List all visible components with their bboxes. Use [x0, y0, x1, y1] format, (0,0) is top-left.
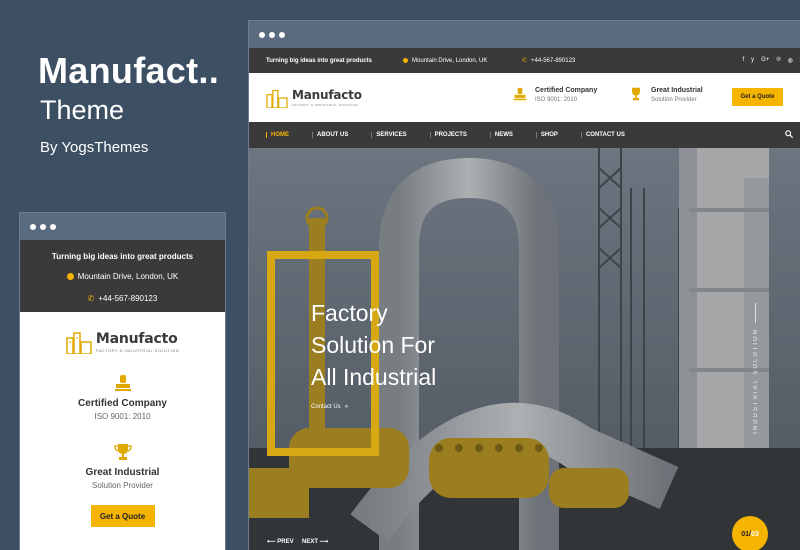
nav-item-services[interactable]: SERVICES [371, 132, 407, 138]
stamp-icon [513, 87, 527, 101]
nav-item-about-us[interactable]: ABOUT US [312, 132, 348, 138]
feature-subtitle: Solution Provider [651, 97, 697, 103]
stamp-icon [114, 375, 131, 391]
google-plus-icon[interactable]: G+ [761, 57, 769, 64]
get-quote-button[interactable]: Get a Quote [732, 88, 783, 106]
slider-prev-button[interactable]: ⟵ PREV [267, 538, 294, 545]
promo-author: By YogsThemes [40, 139, 149, 156]
chevron-right-icon: » [344, 404, 349, 410]
search-icon[interactable] [785, 130, 793, 138]
site-tagline: Turning big ideas into great products [51, 252, 194, 261]
feature-title: Certified Company [535, 87, 598, 94]
hero-side-text: INDUSTRIAL SOLUTION [753, 328, 759, 434]
feature-certified: Certified Company ISO 9001: 2010 [513, 87, 597, 103]
feature-subtitle: Solution Provider [92, 481, 153, 490]
desktop-preview-window: Turning big ideas into great products Mo… [248, 20, 800, 550]
window-dot-icon [269, 31, 275, 38]
hero-slider: Factory Solution For All Industrial Cont… [249, 148, 800, 550]
feature-subtitle: ISO 9001: 2010 [94, 412, 151, 421]
factory-logo-icon [66, 330, 92, 355]
mobile-topbar: Turning big ideas into great products Mo… [20, 240, 225, 312]
nav-item-projects[interactable]: PROJECTS [429, 132, 467, 138]
site-logo[interactable]: Manufacto FACTORY & INDUSTRIAL SOLUTION [20, 330, 225, 355]
logo-tagline: FACTORY & INDUSTRIAL SOLUTION [95, 348, 180, 353]
feature-title: Certified Company [78, 398, 167, 409]
window-titlebar [249, 21, 800, 48]
mobile-preview-window: Turning big ideas into great products Mo… [19, 212, 226, 550]
site-logo[interactable]: Manufacto FACTORY & INDUSTRIAL SOLUTION [266, 88, 362, 109]
twitter-icon[interactable]: y [751, 57, 754, 64]
site-tagline: Turning big ideas into great products [266, 57, 372, 64]
feature-title: Great Industrial [85, 467, 160, 478]
window-dot-icon [40, 223, 46, 230]
window-dot-icon [30, 223, 36, 230]
promo-title: Manufact.. [38, 50, 220, 91]
logo-tagline: FACTORY & INDUSTRIAL SOLUTION [292, 103, 359, 107]
window-dot-icon [279, 31, 285, 38]
feature-subtitle: ISO 9001: 2010 [535, 97, 578, 103]
slider-next-button[interactable]: NEXT ⟶ [302, 538, 328, 545]
nav-item-home[interactable]: HOME [266, 132, 289, 138]
social-links: f y G+ ℗ ◍ [742, 57, 793, 64]
trophy-icon [632, 87, 640, 101]
logo-text: Manufacto [95, 331, 178, 347]
facebook-icon[interactable]: f [742, 57, 744, 64]
logo-text: Manufacto [292, 88, 362, 102]
divider [755, 303, 756, 323]
get-quote-button[interactable]: Get a Quote [90, 505, 155, 527]
slide-counter: 01/03 [732, 516, 768, 550]
location-icon [66, 273, 74, 280]
nav-item-shop[interactable]: SHOP [535, 132, 558, 138]
feature-industrial: Great Industrial Solution Provider [629, 87, 703, 103]
factory-logo-icon [266, 88, 288, 109]
feature-certified: Certified Company ISO 9001: 2010 [20, 374, 225, 421]
phone-icon: ✆ [522, 58, 528, 64]
site-phone[interactable]: +44-567-890123 [531, 58, 575, 64]
window-dot-icon [259, 31, 265, 38]
hero-contact-link[interactable]: Contact Us » [311, 404, 348, 410]
desktop-topbar: Turning big ideas into great products Mo… [249, 48, 800, 73]
site-address: Mountain Drive, London, UK [77, 272, 179, 281]
phone-icon: ✆ [87, 294, 95, 303]
feature-title: Great Industrial [651, 87, 703, 94]
window-dot-icon [50, 223, 56, 230]
desktop-header: Manufacto FACTORY & INDUSTRIAL SOLUTION … [249, 73, 800, 122]
window-titlebar [20, 213, 225, 240]
site-address: Mountain Drive, London, UK [412, 57, 488, 64]
pinterest-icon[interactable]: ℗ [776, 57, 780, 64]
globe-icon[interactable]: ◍ [788, 57, 793, 64]
location-icon [403, 58, 408, 63]
main-navigation: HOME ABOUT US SERVICES PROJECTS NEWS SHO… [249, 122, 800, 148]
site-phone[interactable]: +44-567-890123 [98, 294, 157, 303]
feature-industrial: Great Industrial Solution Provider [20, 443, 225, 490]
promo-subtitle: Theme [40, 95, 125, 125]
hero-heading: Factory Solution For All Industrial [311, 300, 437, 390]
nav-item-contact-us[interactable]: CONTACT US [580, 132, 625, 138]
nav-item-news[interactable]: NEWS [489, 132, 513, 138]
trophy-icon [113, 444, 132, 460]
